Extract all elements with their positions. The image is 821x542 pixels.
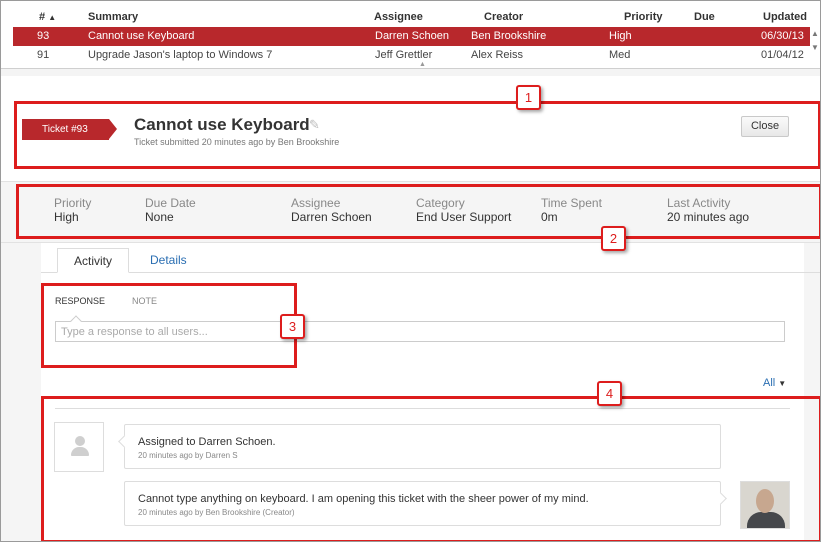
- caret-down-icon: ▼: [778, 379, 787, 388]
- table-row[interactable]: 93 Cannot use Keyboard Darren Schoen Ben…: [13, 27, 810, 46]
- column-assignee[interactable]: Assignee: [374, 8, 423, 27]
- column-creator[interactable]: Creator: [484, 8, 523, 27]
- column-updated[interactable]: Updated: [763, 8, 807, 27]
- tab-activity[interactable]: Activity: [57, 248, 130, 273]
- callout-box-1: [14, 101, 820, 169]
- row-updated: 06/30/13: [761, 30, 804, 42]
- row-updated: 01/04/12: [761, 49, 804, 61]
- sort-asc-icon: ▲: [48, 13, 57, 22]
- activity-filter[interactable]: All ▼: [763, 377, 786, 389]
- left-gutter: [1, 243, 41, 541]
- callout-number: 1: [516, 85, 541, 110]
- table-row[interactable]: 91 Upgrade Jason's laptop to Windows 7 J…: [13, 46, 810, 64]
- helpdesk-window: # ▲ Summary Assignee Creator Priority Du…: [0, 0, 821, 542]
- callout-number: 3: [280, 314, 305, 339]
- scroll-up-icon[interactable]: ▲: [810, 27, 820, 41]
- list-divider[interactable]: [1, 68, 820, 76]
- row-priority: Med: [609, 49, 631, 61]
- row-summary: Cannot use Keyboard: [88, 30, 195, 42]
- tab-details[interactable]: Details: [134, 248, 203, 273]
- row-priority: High: [609, 30, 632, 42]
- scroll-down-icon[interactable]: ▼: [810, 41, 820, 55]
- resize-grip-icon[interactable]: ▲: [419, 61, 426, 68]
- column-due[interactable]: Due: [694, 8, 715, 27]
- list-scrollbar[interactable]: ▲ ▼: [810, 27, 820, 67]
- ticket-list: # ▲ Summary Assignee Creator Priority Du…: [13, 8, 810, 68]
- callout-number: 2: [601, 226, 626, 251]
- filter-label: All: [763, 377, 776, 389]
- column-priority[interactable]: Priority: [624, 8, 663, 27]
- callout-number: 4: [597, 381, 622, 406]
- callout-box-2: [16, 184, 820, 239]
- row-creator: Alex Reiss: [471, 49, 523, 61]
- column-summary[interactable]: Summary: [88, 8, 138, 27]
- row-number: 91: [37, 49, 50, 61]
- row-creator: Ben Brookshire: [471, 30, 547, 42]
- row-assignee: Darren Schoen: [375, 30, 449, 42]
- ticket-list-header: # ▲ Summary Assignee Creator Priority Du…: [13, 8, 810, 27]
- row-number: 93: [37, 30, 50, 42]
- ticket-tabs: Activity Details: [41, 248, 820, 273]
- row-summary: Upgrade Jason's laptop to Windows 7: [88, 49, 273, 61]
- callout-box-3: [41, 283, 297, 368]
- callout-box-4: [41, 396, 820, 541]
- column-number[interactable]: # ▲: [39, 8, 56, 27]
